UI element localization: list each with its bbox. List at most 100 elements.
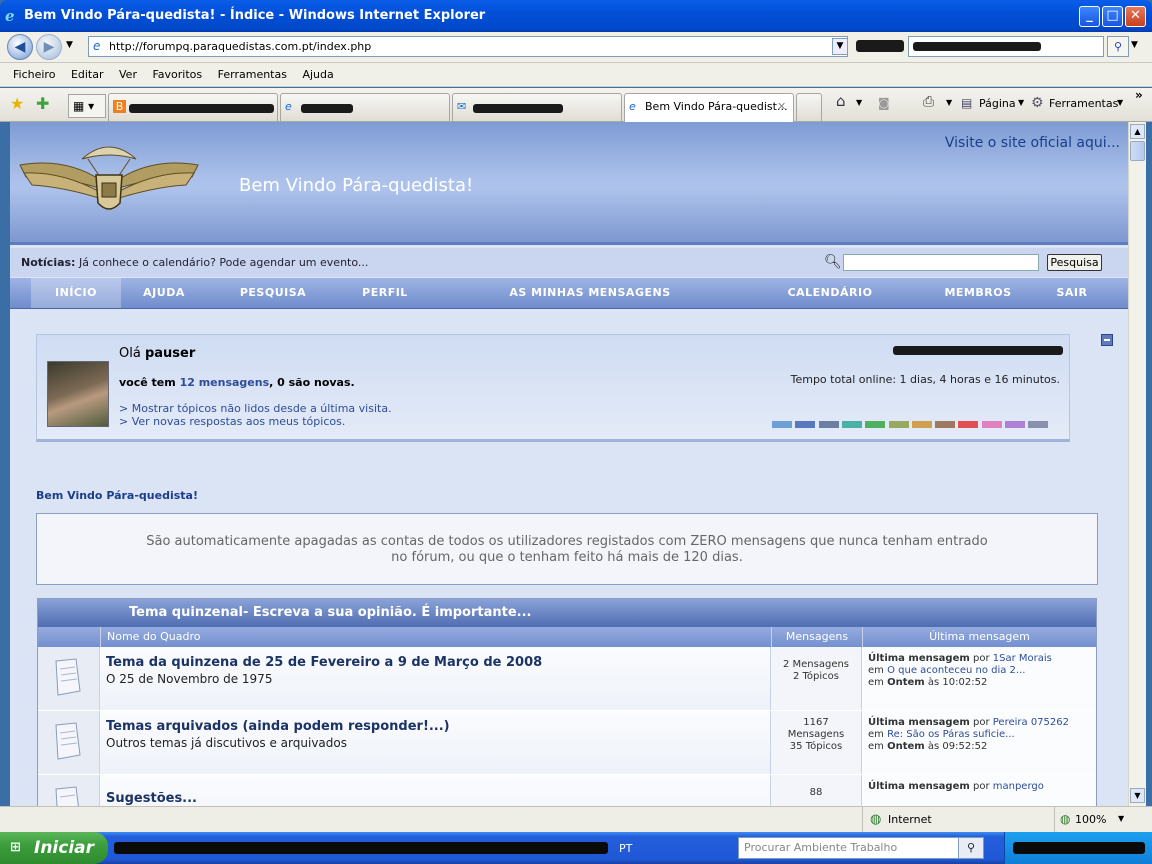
gear-icon[interactable]: ⚙: [1031, 95, 1044, 111]
board-row: Temas arquivados (ainda podem responder!…: [38, 711, 1096, 774]
maximize-button[interactable]: □: [1102, 6, 1123, 27]
ie-page-icon: e: [629, 100, 636, 113]
new-replies-link[interactable]: Ver novas respostas aos meus tópicos.: [132, 415, 346, 428]
theme-swatch[interactable]: [981, 421, 1002, 428]
desktop-search-icon[interactable]: ⚲: [958, 837, 984, 859]
search-options-icon[interactable]: ▼: [1131, 40, 1138, 50]
forum-header: Visite o site oficial aqui... Bem Vindo …: [10, 122, 1128, 245]
theme-swatch[interactable]: [818, 421, 839, 428]
menu-ferramentas[interactable]: Ferramentas: [212, 63, 293, 87]
menu-ver[interactable]: Ver: [113, 63, 143, 87]
theme-swatch[interactable]: [888, 421, 909, 428]
live-search-input[interactable]: [908, 36, 1104, 57]
ie-logo-icon: e: [5, 7, 15, 25]
nav-calendario[interactable]: CALENDÁRIO: [780, 278, 880, 308]
post-count: 88: [809, 787, 823, 798]
status-bar: ◍ Internet ◍ 100% ▼: [0, 806, 1152, 832]
theme-swatch[interactable]: [911, 421, 932, 428]
tab-redacted[interactable]: e: [280, 93, 450, 121]
scroll-thumb[interactable]: [1130, 141, 1145, 161]
col-board-name: Nome do Quadro: [100, 627, 771, 647]
page-menu-icon[interactable]: ▤: [961, 96, 972, 110]
last-post-topic[interactable]: Re: São os Páras suficie...: [887, 729, 1015, 740]
board-title-link[interactable]: Sugestões...: [106, 791, 764, 806]
last-post-topic[interactable]: O que aconteceu no dia 2...: [887, 665, 1025, 676]
category-title[interactable]: Tema quinzenal- Escreva a sua opinião. É…: [38, 599, 1096, 627]
page-content: Visite o site oficial aqui... Bem Vindo …: [10, 122, 1128, 806]
unread-topics-link[interactable]: Mostrar tópicos não lidos desde a última…: [132, 402, 392, 415]
add-favorite-icon[interactable]: ✚: [36, 94, 49, 113]
post-count: 1167: [803, 717, 829, 728]
forum-search-button[interactable]: Pesquisa: [1047, 254, 1102, 271]
toolbar-overflow-icon[interactable]: »: [1135, 88, 1143, 102]
quick-tabs-button[interactable]: ▦ ▾: [68, 94, 106, 118]
menu-ficheiro[interactable]: Ficheiro: [7, 63, 61, 87]
address-input[interactable]: e http://forumpq.paraquedistas.com.pt/in…: [88, 36, 848, 57]
theme-swatch[interactable]: [841, 421, 862, 428]
post-count: 2 Mensagens: [782, 659, 850, 670]
last-post-label: Última mensagem: [868, 781, 970, 792]
board-title-link[interactable]: Tema da quinzena de 25 de Fevereiro a 9 …: [106, 655, 764, 670]
messages-link[interactable]: 12 mensagens: [180, 376, 270, 389]
by-text: por: [972, 653, 990, 664]
zoom-icon[interactable]: ◍: [1060, 812, 1070, 826]
nav-ajuda[interactable]: AJUDA: [130, 278, 198, 308]
scroll-down-icon[interactable]: ▼: [1130, 788, 1145, 803]
forum-search-input[interactable]: [843, 254, 1039, 271]
tab-active[interactable]: e Bem Vindo Pára-quedist... ✕: [624, 93, 794, 122]
tools-menu-button[interactable]: Ferramentas: [1049, 97, 1118, 110]
tab-mail[interactable]: ✉: [452, 93, 622, 121]
minimize-button[interactable]: _: [1079, 6, 1100, 27]
collapse-panel-button[interactable]: [1101, 334, 1113, 346]
redacted-area: [1013, 842, 1145, 854]
print-dropdown-icon[interactable]: ▼: [946, 98, 952, 107]
vertical-scrollbar[interactable]: ▲ ▼: [1128, 122, 1146, 806]
notice-box: São automaticamente apagadas as contas d…: [36, 513, 1098, 585]
page-menu-button[interactable]: Página: [979, 97, 1016, 110]
zoom-dropdown-icon[interactable]: ▼: [1118, 814, 1124, 823]
last-post-author[interactable]: Pereira 075262: [993, 717, 1069, 728]
start-button[interactable]: ⊞ Iniciar: [0, 832, 108, 864]
address-dropdown-button[interactable]: ▼: [832, 38, 848, 55]
print-icon[interactable]: ⎙: [923, 94, 934, 110]
last-post-day: Ontem: [887, 677, 925, 688]
search-magnifier-icon: 🔍︎: [824, 254, 842, 270]
last-post-author[interactable]: manpergo: [993, 781, 1044, 792]
theme-swatch[interactable]: [772, 421, 792, 428]
menu-editar[interactable]: Editar: [65, 63, 110, 87]
nav-minhas-mensagens[interactable]: AS MINHAS MENSAGENS: [500, 278, 680, 308]
zoom-level[interactable]: 100%: [1075, 813, 1106, 826]
nav-sair[interactable]: SAIR: [1046, 278, 1098, 308]
new-tab-button[interactable]: [796, 93, 822, 121]
visit-official-site-link[interactable]: Visite o site oficial aqui...: [945, 135, 1120, 151]
menu-favoritos[interactable]: Favoritos: [146, 63, 208, 87]
theme-swatch[interactable]: [958, 421, 979, 428]
nav-pesquisa[interactable]: PESQUISA: [230, 278, 316, 308]
close-button[interactable]: ✕: [1125, 6, 1146, 27]
scroll-up-icon[interactable]: ▲: [1130, 124, 1145, 139]
history-dropdown-icon[interactable]: ▼: [66, 40, 73, 50]
feeds-icon[interactable]: ◙: [878, 96, 890, 110]
search-go-icon[interactable]: ⚲: [1107, 36, 1129, 57]
theme-swatch[interactable]: [795, 421, 816, 428]
theme-swatch[interactable]: [1028, 421, 1049, 428]
home-dropdown-icon[interactable]: ▼: [856, 98, 862, 107]
language-indicator[interactable]: PT: [619, 842, 632, 855]
nav-inicio[interactable]: INÍCIO: [31, 278, 121, 308]
post-count-label: Mensagens: [787, 729, 845, 740]
favorites-star-icon[interactable]: ★: [10, 94, 24, 113]
last-post-author[interactable]: 1Sar Morais: [993, 653, 1052, 664]
back-button[interactable]: ◀: [7, 34, 33, 60]
nav-perfil[interactable]: PERFIL: [350, 278, 420, 308]
menu-ajuda[interactable]: Ajuda: [296, 63, 339, 87]
forward-button[interactable]: ▶: [36, 34, 62, 60]
home-icon[interactable]: ⌂: [836, 93, 846, 109]
theme-swatch[interactable]: [935, 421, 956, 428]
desktop-search-input[interactable]: Procurar Ambiente Trabalho: [738, 837, 960, 859]
theme-swatch[interactable]: [1005, 421, 1025, 428]
nav-membros[interactable]: MEMBROS: [938, 278, 1018, 308]
theme-swatch[interactable]: [865, 421, 886, 428]
close-tab-icon[interactable]: ✕: [777, 94, 786, 120]
tab-blogger[interactable]: B: [108, 93, 278, 121]
board-title-link[interactable]: Temas arquivados (ainda podem responder!…: [106, 719, 764, 734]
